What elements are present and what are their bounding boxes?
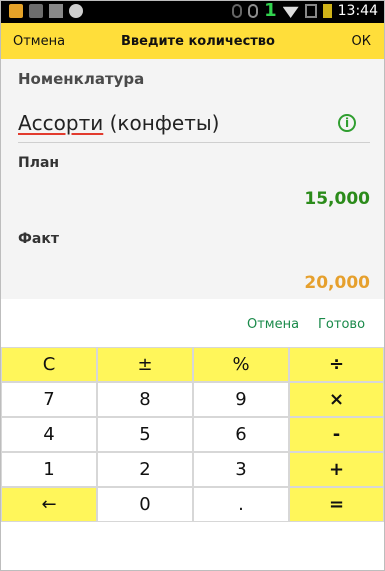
key-6[interactable]: 6 xyxy=(193,417,289,452)
folder-icon xyxy=(9,4,23,18)
status-time: 13:44 xyxy=(337,3,378,19)
usb-icon xyxy=(49,4,63,18)
plan-label: План xyxy=(18,155,60,171)
key-multiply[interactable]: × xyxy=(289,382,384,417)
key-equals[interactable]: = xyxy=(289,487,384,522)
status-icons-right: 1 13:44 xyxy=(232,2,378,20)
phone-frame: 1 13:44 Отмена Введите количество ОК Ном… xyxy=(0,0,385,571)
key-7[interactable]: 7 xyxy=(1,382,97,417)
fact-value[interactable]: 20,000 xyxy=(304,273,370,293)
details-panel: Номенклатура Ассорти (конфеты) i План 15… xyxy=(1,59,384,299)
sim-indicator: 1 xyxy=(264,0,277,21)
nomenclature-value-main: Ассорти xyxy=(18,111,104,135)
nomenclature-label: Номенклатура xyxy=(18,70,145,88)
fact-label: Факт xyxy=(18,231,59,247)
sim-card-icon xyxy=(304,4,317,18)
top-ok-button[interactable]: ОК xyxy=(352,34,371,49)
dialog-title: Введите количество xyxy=(121,33,275,49)
key-decimal[interactable]: . xyxy=(193,487,289,522)
key-clear[interactable]: C xyxy=(1,347,97,382)
cancel-link[interactable]: Отмена xyxy=(247,317,299,332)
status-icons-left xyxy=(9,4,83,18)
battery-icon xyxy=(322,4,332,18)
info-icon[interactable]: i xyxy=(338,114,356,132)
top-cancel-button[interactable]: Отмена xyxy=(13,34,65,49)
key-backspace[interactable]: ← xyxy=(1,487,97,522)
key-9[interactable]: 9 xyxy=(193,382,289,417)
key-plus[interactable]: + xyxy=(289,452,384,487)
key-divide[interactable]: ÷ xyxy=(289,347,384,382)
nomenclature-value: Ассорти (конфеты) xyxy=(18,111,219,135)
wifi-icon xyxy=(282,6,299,18)
signal-icon xyxy=(248,4,259,18)
done-link[interactable]: Готово xyxy=(318,317,365,332)
bluetooth-icon xyxy=(232,4,243,18)
key-1[interactable]: 1 xyxy=(1,452,97,487)
action-bar: Отмена Введите количество ОК xyxy=(1,23,384,59)
key-0[interactable]: 0 xyxy=(97,487,193,522)
divider xyxy=(18,142,370,143)
key-percent[interactable]: % xyxy=(193,347,289,382)
key-2[interactable]: 2 xyxy=(97,452,193,487)
photo-icon xyxy=(29,4,43,18)
status-bar: 1 13:44 xyxy=(1,1,384,23)
key-3[interactable]: 3 xyxy=(193,452,289,487)
action-links: Отмена Готово xyxy=(1,299,384,347)
plan-value: 15,000 xyxy=(304,189,370,209)
key-4[interactable]: 4 xyxy=(1,417,97,452)
keypad: C ± % ÷ 7 8 9 × 4 5 6 - 1 2 3 + ← 0 . = xyxy=(1,347,384,570)
key-plus-minus[interactable]: ± xyxy=(97,347,193,382)
key-5[interactable]: 5 xyxy=(97,417,193,452)
android-icon xyxy=(69,4,83,18)
key-minus[interactable]: - xyxy=(289,417,384,452)
key-8[interactable]: 8 xyxy=(97,382,193,417)
nomenclature-value-rest: (конфеты) xyxy=(109,111,220,135)
